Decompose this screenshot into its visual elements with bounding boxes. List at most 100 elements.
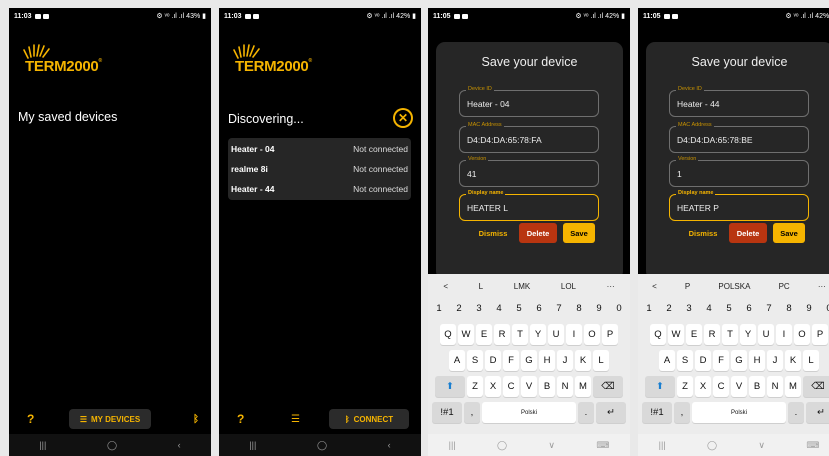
suggestion[interactable]: PC [779,282,790,291]
key[interactable]: K [575,350,591,371]
symbols-key[interactable]: !#1 [432,402,462,423]
enter-key[interactable]: ↵ [806,402,829,423]
key[interactable]: J [767,350,783,371]
display-name-field[interactable]: Display name HEATER L [459,190,599,221]
key[interactable]: O [584,324,600,345]
suggestion[interactable]: LMK [514,282,530,291]
key[interactable]: 8 [780,298,798,319]
key[interactable]: 2 [660,298,678,319]
key[interactable]: O [794,324,810,345]
shift-key[interactable]: ⬆ [435,376,465,397]
key[interactable]: A [449,350,465,371]
back-button[interactable]: ‹ [388,440,391,450]
key[interactable]: 3 [470,298,488,319]
save-button[interactable]: Save [563,223,595,243]
key[interactable]: Z [677,376,693,397]
shift-key[interactable]: ⬆ [645,376,675,397]
key[interactable]: B [539,376,555,397]
mac-address-field[interactable]: MAC Address D4:D4:DA:65:78:FA [459,122,599,153]
list-item[interactable]: Heater - 44 Not connected [228,179,411,199]
key[interactable]: E [476,324,492,345]
key[interactable]: 1 [640,298,658,319]
hide-keyboard-button[interactable]: ∨ [548,440,555,451]
key[interactable]: B [749,376,765,397]
recent-apps-button[interactable]: ||| [249,440,256,450]
home-button[interactable]: ◯ [317,440,327,451]
suggestion[interactable]: P [685,282,690,291]
key[interactable]: V [521,376,537,397]
key[interactable]: 3 [680,298,698,319]
help-button[interactable]: ? [237,412,244,426]
key[interactable]: D [485,350,501,371]
key[interactable]: H [539,350,555,371]
key[interactable]: X [485,376,501,397]
key[interactable]: 2 [450,298,468,319]
suggestion[interactable]: L [479,282,483,291]
key[interactable]: 1 [430,298,448,319]
key[interactable]: M [575,376,591,397]
dismiss-button[interactable]: Dismiss [682,223,724,243]
home-button[interactable]: ◯ [497,440,507,451]
keyboard-switch-icon[interactable]: ⌨ [806,440,819,451]
space-key[interactable]: Polski [482,402,576,423]
key[interactable]: P [812,324,828,345]
key[interactable]: R [494,324,510,345]
backspace-key[interactable]: ⌫ [593,376,623,397]
key[interactable]: Q [650,324,666,345]
key[interactable]: L [803,350,819,371]
list-item[interactable]: realme 8i Not connected [228,159,411,179]
key[interactable]: A [659,350,675,371]
version-field[interactable]: Version 41 [459,156,599,187]
key[interactable]: C [503,376,519,397]
key[interactable]: W [458,324,474,345]
keyboard-switch-icon[interactable]: ⌨ [596,440,609,451]
list-icon[interactable]: ☰ [291,414,300,425]
recent-apps-button[interactable]: ||| [449,440,456,450]
backspace-key[interactable]: ⌫ [803,376,829,397]
key[interactable]: F [713,350,729,371]
dismiss-button[interactable]: Dismiss [472,223,514,243]
key[interactable]: 4 [700,298,718,319]
key[interactable]: T [512,324,528,345]
key[interactable]: 9 [590,298,608,319]
suggestion[interactable]: POLSKA [718,282,750,291]
list-item[interactable]: Heater - 04 Not connected [228,139,411,159]
help-button[interactable]: ? [27,412,34,426]
key[interactable]: U [758,324,774,345]
key[interactable]: 5 [510,298,528,319]
key[interactable]: 7 [550,298,568,319]
key[interactable]: Q [440,324,456,345]
comma-key[interactable]: , [674,402,690,423]
key[interactable]: 0 [820,298,829,319]
period-key[interactable]: . [788,402,804,423]
key[interactable]: H [749,350,765,371]
display-name-field[interactable]: Display name HEATER P [669,190,809,221]
save-button[interactable]: Save [773,223,805,243]
key[interactable]: Z [467,376,483,397]
suggestion-collapse[interactable]: < [652,282,657,291]
suggestion[interactable]: LOL [561,282,576,291]
key[interactable]: R [704,324,720,345]
key[interactable]: W [668,324,684,345]
back-button[interactable]: ‹ [178,440,181,450]
suggestion-more[interactable]: ··· [607,282,615,291]
space-key[interactable]: Polski [692,402,786,423]
key[interactable]: K [785,350,801,371]
close-discovery-button[interactable]: ✕ [393,108,413,128]
key[interactable]: F [503,350,519,371]
key[interactable]: P [602,324,618,345]
key[interactable]: 9 [800,298,818,319]
home-button[interactable]: ◯ [707,440,717,451]
delete-button[interactable]: Delete [729,223,767,243]
key[interactable]: E [686,324,702,345]
comma-key[interactable]: , [464,402,480,423]
key[interactable]: N [557,376,573,397]
hide-keyboard-button[interactable]: ∨ [758,440,765,451]
key[interactable]: S [467,350,483,371]
device-id-field[interactable]: Device ID Heater - 04 [459,86,599,117]
my-devices-button[interactable]: ☰ MY DEVICES [69,409,151,429]
symbols-key[interactable]: !#1 [642,402,672,423]
delete-button[interactable]: Delete [519,223,557,243]
key[interactable]: S [677,350,693,371]
home-button[interactable]: ◯ [107,440,117,451]
